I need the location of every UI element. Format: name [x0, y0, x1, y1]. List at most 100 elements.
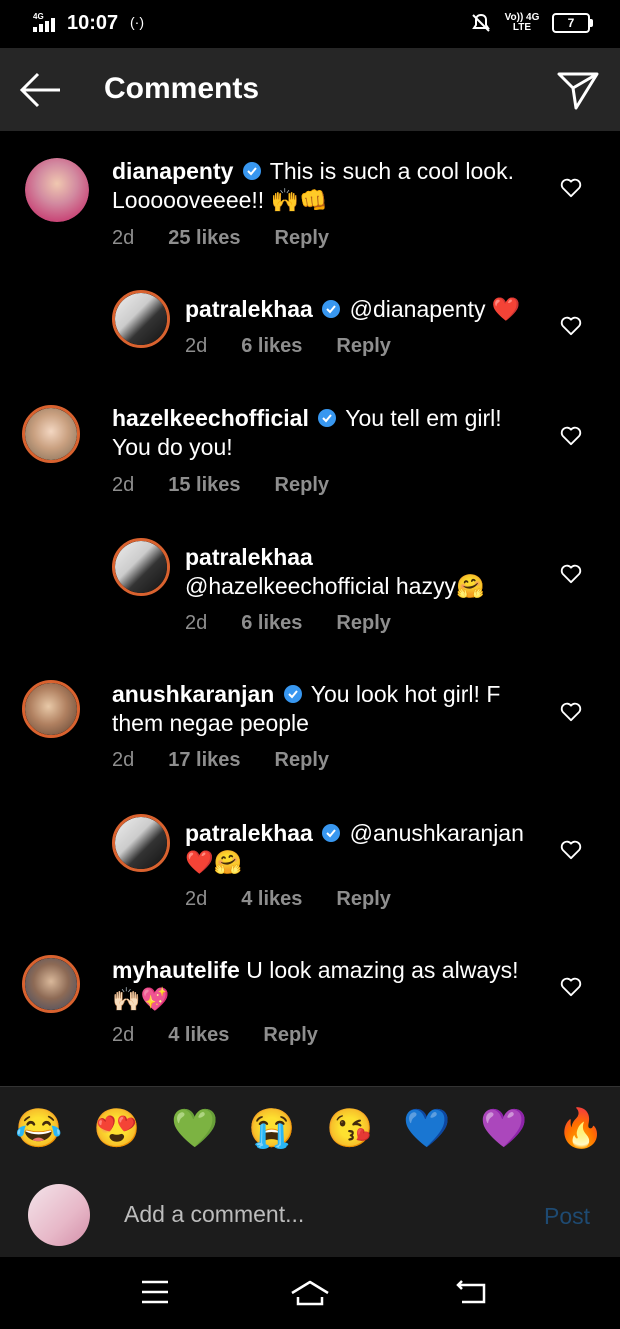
comment-item: anushkaranjan You look hot girl! F them …	[0, 655, 620, 785]
verified-badge-icon	[283, 685, 302, 703]
comment-meta: 2d 15 likes Reply	[112, 474, 363, 497]
heart-icon[interactable]	[560, 840, 582, 860]
comment-body: hazelkeechofficial You tell em girl! You…	[112, 404, 537, 462]
comment-text: @hazelkeechofficial hazyy🤗	[185, 573, 485, 599]
status-bar: 4G 10:07 (·) Vo)) 4G LTE 7	[0, 0, 620, 48]
comment-body: dianapenty This is such a cool look. Loo…	[112, 157, 537, 215]
heart-icon[interactable]	[560, 178, 582, 198]
heart-icon[interactable]	[560, 702, 582, 722]
reply-item: patralekhaa @anushkaranjan ❤️🤗 2d 4 like…	[0, 792, 620, 922]
avatar[interactable]	[112, 290, 170, 348]
comment-meta: 2d 6 likes Reply	[185, 612, 425, 635]
comment-age: 2d	[185, 612, 208, 634]
menu-icon[interactable]	[140, 1279, 170, 1305]
comment-meta: 2d 6 likes Reply	[185, 335, 425, 358]
clock: 10:07	[67, 12, 119, 34]
comment-body: patralekhaa @anushkaranjan ❤️🤗	[185, 819, 535, 877]
battery-icon: 7	[552, 13, 593, 33]
svg-text:4G: 4G	[33, 12, 44, 21]
header: Comments	[0, 48, 620, 131]
comment-username[interactable]: hazelkeechofficial	[112, 405, 309, 431]
home-icon[interactable]	[290, 1279, 330, 1307]
avatar[interactable]	[22, 405, 80, 463]
comment-body: anushkaranjan You look hot girl! F them …	[112, 680, 537, 738]
reply-button[interactable]: Reply	[275, 227, 329, 250]
comment-meta: 2d 25 likes Reply	[112, 227, 363, 250]
verified-badge-icon	[242, 162, 261, 180]
comment-age: 2d	[112, 227, 135, 249]
emoji-button[interactable]: 😘	[326, 1107, 373, 1151]
comment-username[interactable]: dianapenty	[112, 158, 233, 184]
comment-username[interactable]: patralekhaa	[185, 296, 313, 322]
hotspot-icon: (·)	[130, 14, 144, 30]
emoji-button[interactable]: 💙	[403, 1107, 450, 1151]
comment-meta: 2d 17 likes Reply	[112, 749, 363, 772]
likes-count[interactable]: 6 likes	[241, 612, 302, 635]
emoji-button[interactable]: 💜	[480, 1107, 527, 1151]
avatar[interactable]	[22, 955, 80, 1013]
network-label: Vo)) 4G LTE	[504, 12, 540, 33]
reply-button[interactable]: Reply	[336, 888, 390, 911]
comment-item: myhautelife U look amazing as always! 🙌🏻…	[0, 930, 620, 1060]
signal-icon: 4G	[33, 12, 55, 32]
battery-level: 7	[567, 16, 575, 30]
avatar[interactable]	[112, 814, 170, 872]
emoji-button[interactable]: 😭	[248, 1107, 295, 1151]
comment-body: patralekhaa @hazelkeechofficial hazyy🤗	[185, 543, 535, 601]
send-icon[interactable]	[556, 68, 600, 112]
reply-button[interactable]: Reply	[275, 474, 329, 497]
emoji-button[interactable]: 🔥	[557, 1107, 604, 1151]
comment-username[interactable]: anushkaranjan	[112, 681, 274, 707]
heart-icon[interactable]	[560, 316, 582, 336]
emoji-button[interactable]: 😍	[93, 1107, 140, 1151]
back-arrow-icon[interactable]	[18, 70, 64, 110]
emoji-button[interactable]: 😂	[15, 1107, 62, 1151]
page-title: Comments	[104, 72, 260, 105]
comment-username[interactable]: patralekhaa	[185, 820, 313, 846]
comment-meta: 2d 4 likes Reply	[185, 888, 425, 911]
avatar[interactable]	[112, 538, 170, 596]
system-nav-bar	[0, 1257, 620, 1329]
heart-icon[interactable]	[560, 426, 582, 446]
reply-button[interactable]: Reply	[275, 749, 329, 772]
comment-username[interactable]: myhautelife	[112, 957, 240, 983]
likes-count[interactable]: 25 likes	[168, 227, 240, 250]
back-nav-icon[interactable]	[456, 1279, 488, 1305]
likes-count[interactable]: 4 likes	[241, 888, 302, 911]
likes-count[interactable]: 15 likes	[168, 474, 240, 497]
user-avatar	[28, 1184, 90, 1246]
likes-count[interactable]: 4 likes	[168, 1024, 229, 1047]
comment-age: 2d	[112, 1024, 135, 1046]
reply-button[interactable]: Reply	[336, 335, 390, 358]
verified-badge-icon	[322, 300, 341, 318]
mute-icon	[472, 13, 490, 32]
comment-item: hazelkeechofficial You tell em girl! You…	[0, 380, 620, 510]
reply-item: patralekhaa @dianapenty ❤️ 2d 6 likes Re…	[0, 268, 620, 378]
avatar[interactable]	[22, 680, 80, 738]
emoji-button[interactable]: 💚	[171, 1107, 218, 1151]
likes-count[interactable]: 17 likes	[168, 749, 240, 772]
comment-item: dianapenty This is such a cool look. Loo…	[0, 131, 620, 261]
status-right: Vo)) 4G LTE 7	[470, 12, 593, 34]
likes-count[interactable]: 6 likes	[241, 335, 302, 358]
emoji-quick-bar: 😂 😍 💚 😭 😘 💙 💜 🔥	[0, 1086, 620, 1172]
comment-text: @dianapenty ❤️	[349, 296, 521, 322]
reply-item: patralekhaa @hazelkeechofficial hazyy🤗 2…	[0, 516, 620, 646]
comment-meta: 2d 4 likes Reply	[112, 1024, 352, 1047]
comment-input[interactable]: Add a comment...	[124, 1201, 304, 1228]
comment-username[interactable]: patralekhaa	[185, 544, 313, 570]
comment-composer: Add a comment... Post	[0, 1171, 620, 1257]
comment-age: 2d	[112, 474, 135, 496]
avatar[interactable]	[25, 158, 89, 222]
comment-age: 2d	[185, 888, 208, 910]
verified-badge-icon	[318, 409, 337, 427]
comment-age: 2d	[185, 335, 208, 357]
heart-icon[interactable]	[560, 977, 582, 997]
comment-age: 2d	[112, 749, 135, 771]
reply-button[interactable]: Reply	[263, 1024, 317, 1047]
heart-icon[interactable]	[560, 564, 582, 584]
post-button[interactable]: Post	[544, 1203, 590, 1230]
comment-body: patralekhaa @dianapenty ❤️	[185, 295, 535, 324]
verified-badge-icon	[322, 824, 341, 842]
reply-button[interactable]: Reply	[336, 612, 390, 635]
